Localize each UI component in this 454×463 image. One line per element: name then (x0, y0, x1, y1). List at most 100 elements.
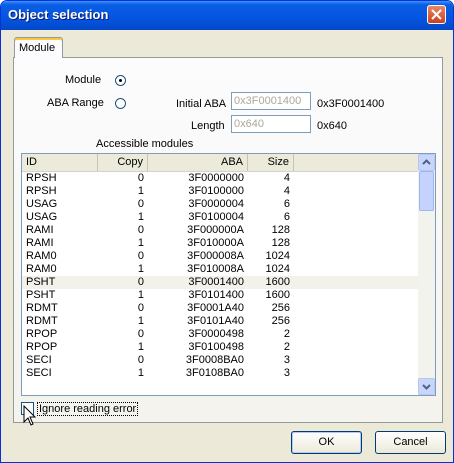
table-row[interactable]: RAMI 1 3F010000A 128 (22, 237, 418, 250)
table-cell: 3 (283, 367, 290, 379)
table-cell: SECI (26, 354, 52, 366)
modules-title: Accessible modules (96, 138, 194, 150)
scroll-thumb[interactable] (419, 171, 434, 211)
table-cell: 1 (137, 341, 144, 353)
table-cell: 3 (283, 354, 290, 366)
table-cell: 3F0108BA0 (185, 367, 244, 379)
table-cell: 3F0100000 (188, 185, 244, 197)
table-row[interactable]: RPSH 1 3F0100000 4 (22, 185, 418, 198)
tab-module[interactable]: Module (14, 37, 63, 58)
table-row[interactable]: RDMT 1 3F0101A40 256 (22, 315, 418, 328)
table-row[interactable]: RDMT 0 3F0001A40 256 (22, 302, 418, 315)
table-cell: 1 (137, 289, 144, 301)
table-cell: USAG (26, 198, 58, 210)
table-row[interactable]: SECI 0 3F0008BA0 3 (22, 354, 418, 367)
modules-list[interactable]: ID Copy ABA Size RPSH 0 3F0000000 4 RPSH 1 3F0… (21, 153, 436, 396)
scroll-up-button[interactable] (418, 154, 435, 171)
title-bar[interactable]: Object selection (1, 1, 453, 30)
table-cell: RAMI (26, 224, 54, 236)
column-header-id[interactable]: ID (22, 154, 98, 171)
ok-button[interactable]: OK (291, 431, 362, 454)
table-cell: 6 (283, 211, 290, 223)
tab-module-label: Module (19, 42, 56, 54)
table-cell: 0 (137, 172, 144, 184)
table-cell: PSHT (26, 276, 56, 288)
table-row[interactable]: PSHT 1 3F0101400 1600 (22, 289, 418, 302)
table-cell: 3F0101A40 (187, 315, 244, 327)
chevron-up-icon (422, 159, 431, 165)
length-input[interactable]: 0x640 (231, 115, 311, 133)
table-cell: 4 (283, 185, 290, 197)
aba-range-option-label: ABA Range (47, 97, 104, 109)
table-row[interactable]: RAMI 0 3F000000A 128 (22, 224, 418, 237)
table-cell: 0 (137, 354, 144, 366)
mouse-cursor-icon (23, 405, 37, 426)
table-row[interactable]: RPOP 0 3F0000498 2 (22, 328, 418, 341)
aba-range-radio[interactable] (115, 98, 126, 109)
table-cell: 3F000008A (187, 250, 244, 262)
cancel-button[interactable]: Cancel (375, 431, 446, 454)
ignore-reading-error-label[interactable]: Ignore reading error (37, 402, 139, 416)
table-cell: 0 (137, 328, 144, 340)
module-radio[interactable] (115, 75, 126, 86)
table-cell: 1 (137, 315, 144, 327)
table-cell: RDMT (26, 315, 58, 327)
table-cell: PSHT (26, 289, 56, 301)
table-cell: 1024 (265, 250, 290, 262)
vertical-scrollbar[interactable] (418, 154, 435, 395)
table-cell: 2 (283, 341, 290, 353)
table-cell: 1 (137, 211, 144, 223)
table-cell: 4 (283, 172, 290, 184)
column-header-aba[interactable]: ABA (148, 154, 248, 171)
table-cell: RPOP (26, 328, 58, 340)
table-cell: RDMT (26, 302, 58, 314)
table-cell: 3F000000A (187, 224, 244, 236)
table-cell: 1 (137, 367, 144, 379)
object-selection-dialog: Object selection Module Module ABA Range… (0, 0, 454, 463)
table-cell: RAM0 (26, 250, 57, 262)
length-label: Length (191, 120, 225, 132)
initial-aba-readout: 0x3F0001400 (317, 98, 385, 110)
table-cell: 1600 (265, 289, 290, 301)
table-cell: 0 (137, 198, 144, 210)
table-cell: 1600 (265, 276, 290, 288)
table-cell: 1024 (265, 263, 290, 275)
column-header-copy[interactable]: Copy (98, 154, 148, 171)
table-cell: 0 (137, 224, 144, 236)
initial-aba-input[interactable]: 0x3F0001400 (231, 92, 311, 110)
scroll-down-button[interactable] (418, 378, 435, 395)
table-cell: 3F0100498 (188, 341, 244, 353)
table-cell: SECI (26, 367, 52, 379)
table-cell: 1 (137, 185, 144, 197)
table-cell: RAM0 (26, 263, 57, 275)
table-cell: 3F010000A (187, 237, 244, 249)
table-row[interactable]: USAG 0 3F0000004 6 (22, 198, 418, 211)
table-row[interactable]: USAG 1 3F0100004 6 (22, 211, 418, 224)
length-readout: 0x640 (317, 120, 347, 132)
table-cell: 2 (283, 328, 290, 340)
table-cell: 128 (271, 237, 290, 249)
table-row[interactable]: RAM0 1 3F010008A 1024 (22, 263, 418, 276)
table-cell: 3F0100004 (188, 211, 244, 223)
window-title: Object selection (8, 7, 109, 22)
table-cell: 0 (137, 276, 144, 288)
chevron-down-icon (422, 384, 431, 390)
table-cell: 3F0000498 (188, 328, 244, 340)
table-cell: 1 (137, 263, 144, 275)
table-row[interactable]: RPOP 1 3F0100498 2 (22, 341, 418, 354)
table-row[interactable]: PSHT 0 3F0001400 1600 (22, 276, 418, 289)
table-row[interactable]: RAM0 0 3F000008A 1024 (22, 250, 418, 263)
close-button[interactable] (427, 5, 446, 24)
table-row[interactable]: RPSH 0 3F0000000 4 (22, 172, 418, 185)
table-row[interactable]: SECI 1 3F0108BA0 3 (22, 367, 418, 380)
table-cell: 1 (137, 237, 144, 249)
table-cell: RPSH (26, 172, 57, 184)
table-cell: 3F0008BA0 (185, 354, 244, 366)
table-cell: 3F0000004 (188, 198, 244, 210)
list-header: ID Copy ABA Size (22, 154, 418, 172)
column-header-size[interactable]: Size (248, 154, 294, 171)
table-cell: 256 (271, 315, 290, 327)
close-icon (431, 9, 442, 20)
table-cell: 256 (271, 302, 290, 314)
table-cell: 128 (271, 224, 290, 236)
